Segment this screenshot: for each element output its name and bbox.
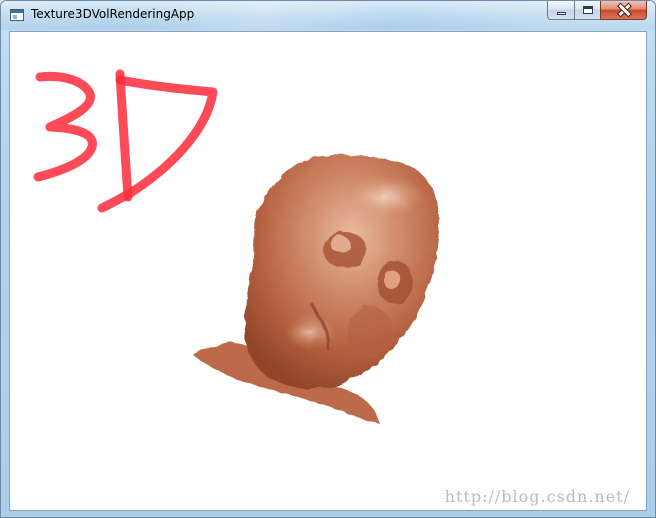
annotation-letter-d-stem (115, 69, 133, 202)
maximize-button[interactable] (574, 1, 600, 20)
render-client-area[interactable]: http://blog.csdn.net/ (9, 31, 647, 511)
maximize-icon (582, 6, 593, 14)
eye-left-highlight (330, 236, 350, 252)
watermark-text: http://blog.csdn.net/ (445, 487, 630, 506)
minimize-button[interactable] (547, 1, 574, 20)
close-button[interactable] (600, 1, 647, 20)
annotation-digit-3 (33, 71, 97, 182)
forehead-highlight (345, 175, 425, 219)
cheek-right-shade (348, 306, 392, 358)
window-title: Texture3DVolRenderingApp (31, 7, 195, 21)
app-window-icon[interactable] (10, 9, 24, 21)
volume-rendered-head[interactable] (193, 154, 441, 424)
caption-buttons (547, 1, 647, 21)
minimize-icon (556, 11, 566, 15)
close-icon (618, 4, 630, 16)
eye-right-highlight (384, 270, 400, 290)
application-window: Texture3DVolRenderingApp http://blog.csd… (0, 0, 656, 518)
volume-render-viewport[interactable]: http://blog.csdn.net/ (10, 32, 646, 510)
handwritten-3d-annotation (33, 69, 218, 213)
title-bar[interactable]: Texture3DVolRenderingApp (1, 1, 655, 30)
